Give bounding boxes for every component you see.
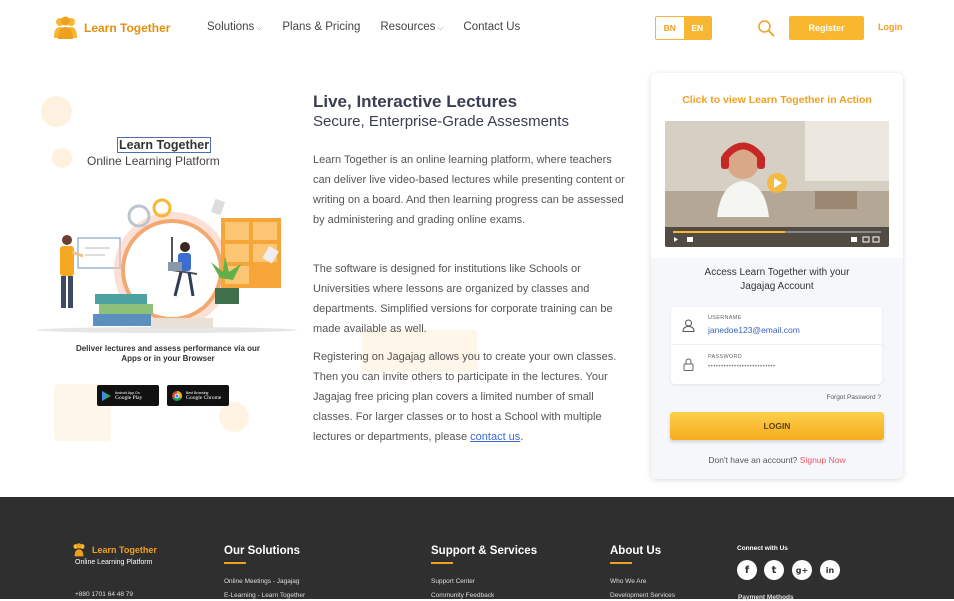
footer: Learn Together Online Learning Platform … (0, 497, 954, 601)
google-play-icon (102, 390, 111, 401)
main-nav: Solutions ⌵ Plans & Pricing Resources ⌵ Co… (207, 21, 540, 33)
lang-en-button[interactable]: EN (683, 17, 711, 39)
footer-link[interactable]: Community Feedback (431, 592, 494, 599)
footer-link[interactable]: E-Learning - Learn Together (224, 592, 305, 599)
username-label: USERNAME (708, 315, 742, 321)
hero-caption: Deliver lectures and assess performance … (48, 344, 288, 364)
login-card: Click to view Learn Together in Action A… (651, 73, 903, 479)
facebook-icon[interactable]: f (737, 560, 757, 580)
decor-circle (41, 96, 72, 127)
video-section: Click to view Learn Together in Action (651, 73, 903, 258)
footer-heading-solutions: Our Solutions (224, 545, 301, 564)
google-play-small-text: Android App On (115, 390, 140, 395)
nav-resources-label: Resources (380, 21, 436, 33)
google-play-button[interactable]: Android App On Google Play (97, 385, 159, 406)
login-link[interactable]: Login (878, 22, 903, 32)
video-thumbnail (665, 121, 889, 247)
lang-bn-button[interactable]: BN (656, 17, 684, 39)
login-form-section: Access Learn Together with your Jagajag … (651, 258, 903, 479)
nav-solutions[interactable]: Solutions ⌵ (207, 21, 262, 33)
video-cta[interactable]: Click to view Learn Together in Action (651, 94, 903, 106)
signup-link[interactable]: Signup Now (800, 455, 846, 465)
no-account-text: Don't have an account? (708, 455, 798, 465)
footer-heading-about: About Us (610, 545, 662, 564)
username-field[interactable]: USERNAME (671, 307, 882, 345)
forgot-password-link[interactable]: Forgot Password ? (826, 394, 881, 401)
google-chrome-button[interactable]: Best Browsing Google Chrome (167, 385, 229, 406)
intro-paragraph-3-text: Registering on Jagajag allows you to cre… (313, 351, 617, 443)
people-logo-icon (73, 543, 85, 557)
login-button[interactable]: LOGIN (670, 412, 884, 440)
nav-contact-us[interactable]: Contact Us (463, 21, 520, 33)
chevron-down-icon: ⌵ (437, 23, 444, 32)
footer-phone: +880 1701 64 48 79 (75, 591, 134, 598)
password-label: PASSWORD (708, 354, 743, 360)
teaching-illustration (37, 198, 297, 333)
lock-icon (683, 358, 694, 371)
main-title: Live, Interactive Lectures (313, 92, 518, 111)
people-logo-icon (54, 16, 77, 39)
access-text-line: Jagajag Account (740, 281, 814, 292)
header: Learn Together Solutions ⌵ Plans & Pricin… (0, 0, 954, 56)
nav-solutions-label: Solutions (207, 21, 255, 33)
user-icon (682, 319, 695, 332)
footer-brand[interactable]: Learn Together (71, 543, 157, 557)
language-switcher: BN EN (655, 16, 712, 40)
register-button[interactable]: Register (789, 16, 864, 40)
connect-heading: Connect with Us (737, 545, 788, 552)
password-input[interactable]: •••••••••••••••••••••••••• (708, 364, 868, 370)
main-subtitle: Secure, Enterprise-Grade Assesments (313, 113, 569, 130)
footer-heading-support: Support & Services (431, 545, 538, 564)
nav-resources[interactable]: Resources ⌵ (380, 21, 443, 33)
google-play-text: Google Play (115, 394, 143, 401)
chrome-text: Google Chrome (186, 394, 222, 401)
hero-subtitle: Online Learning Platform (87, 154, 220, 168)
chevron-down-icon: ⌵ (256, 23, 263, 32)
footer-link[interactable]: Development Services (610, 592, 675, 599)
contact-us-link[interactable]: contact us (470, 431, 520, 443)
password-field[interactable]: PASSWORD •••••••••••••••••••••••••• (671, 346, 882, 384)
search-icon[interactable] (757, 19, 775, 37)
credentials-box: USERNAME PASSWORD ••••••••••••••••••••••… (671, 307, 882, 384)
intro-paragraph-3: Registering on Jagajag allows you to cre… (313, 347, 625, 447)
hero-brand: Learn Together (117, 137, 212, 153)
hero-caption-line: Deliver lectures and assess performance … (75, 344, 261, 353)
username-input[interactable] (708, 325, 868, 335)
demo-video-player[interactable] (665, 121, 889, 247)
footer-brand-subtitle: Online Learning Platform (75, 559, 153, 566)
hero-caption-line: Apps or in your Browser (121, 354, 215, 363)
decor-circle (219, 402, 249, 432)
linkedin-icon[interactable]: in (820, 560, 840, 580)
access-text: Access Learn Together with your Jagajag … (681, 266, 873, 294)
footer-link[interactable]: Online Meetings - Jagajag (224, 578, 300, 585)
google-plus-icon[interactable]: g+ (792, 560, 812, 580)
access-text-line: Access Learn Together with your (704, 267, 850, 278)
brand-logo[interactable]: Learn Together (53, 16, 170, 40)
footer-link[interactable]: Who We Are (610, 578, 646, 585)
twitter-icon[interactable]: t (764, 560, 784, 580)
intro-paragraph-1: Learn Together is an online learning pla… (313, 154, 625, 226)
brand-name: Learn Together (84, 21, 171, 35)
signup-prompt: Don't have an account? Signup Now (651, 455, 903, 465)
payment-methods-heading: Payment Methods (738, 594, 794, 601)
decor-circle (52, 148, 72, 168)
chrome-icon (172, 390, 182, 401)
intro-paragraph-3-end: . (520, 431, 524, 443)
footer-brand-name: Learn Together (92, 545, 157, 555)
intro-paragraph-2: The software is designed for institution… (313, 263, 613, 335)
footer-link[interactable]: Support Center (431, 578, 475, 585)
nav-plans-pricing[interactable]: Plans & Pricing (282, 21, 360, 33)
